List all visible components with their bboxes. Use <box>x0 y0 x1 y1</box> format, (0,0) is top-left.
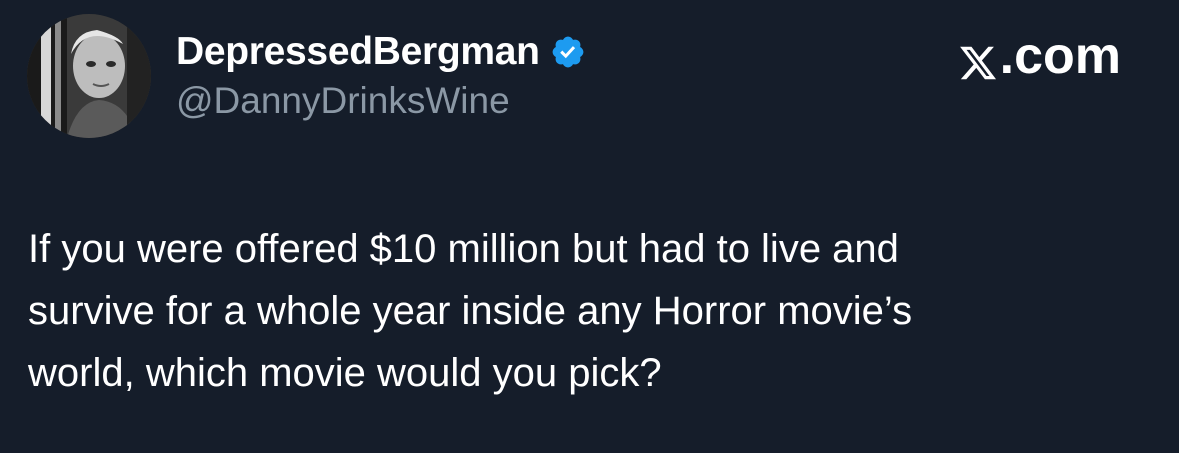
verified-badge-icon[interactable] <box>550 34 586 70</box>
brand-watermark: .com <box>958 26 1121 86</box>
avatar[interactable] <box>27 14 151 138</box>
tweet-text: If you were offered $10 million but had … <box>28 218 1138 404</box>
tweet-text-line: world, which movie would you pick? <box>28 351 662 395</box>
avatar-photo <box>27 14 151 138</box>
tweet-text-line: If you were offered $10 million but had … <box>28 227 899 271</box>
tweet-text-line: survive for a whole year inside any Horr… <box>28 289 913 333</box>
brand-suffix: .com <box>999 27 1121 85</box>
display-name[interactable]: DepressedBergman <box>176 30 540 74</box>
x-logo-icon <box>958 36 998 80</box>
author-name-row: DepressedBergman <box>176 28 586 76</box>
author-handle[interactable]: @DannyDrinksWine <box>176 80 510 122</box>
tweet-card: DepressedBergman @DannyDrinksWine .com I… <box>0 0 1179 453</box>
